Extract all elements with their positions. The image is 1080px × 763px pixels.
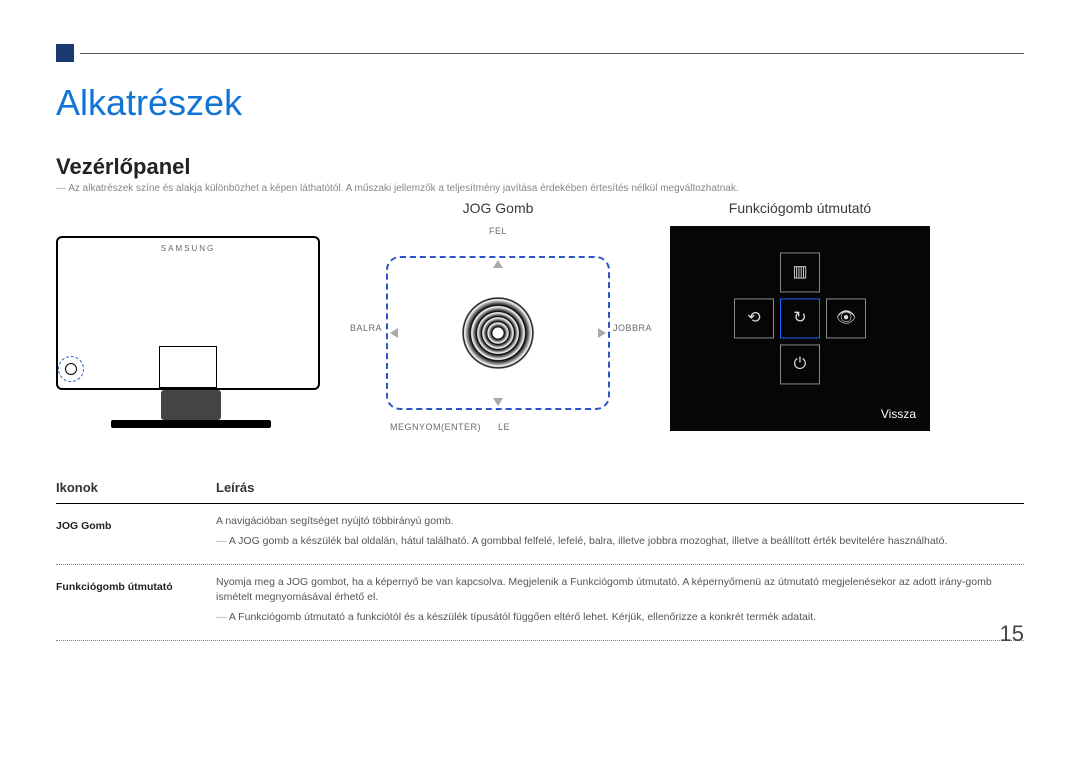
monitor-illustration: SAMSUNG [56,236,326,436]
description-table: Ikonok Leírás JOG Gomb A navigációban se… [56,472,1024,641]
osd-title: Funkciógomb útmutató [729,200,871,216]
osd-figure: Funkciógomb útmutató ▥ ⟲ ↻ 👁 ⏻ Vissza [670,200,930,436]
row-desc: A navigációban segítséget nyújtó többirá… [216,514,1024,554]
monitor-body: SAMSUNG [56,236,320,390]
table-row: Funkciógomb útmutató Nyomja meg a JOG go… [56,565,1024,641]
jog-title: JOG Gomb [463,200,534,216]
jog-label-left: BALRA [350,323,382,333]
osd-back-label: Vissza [881,407,916,421]
osd-panel: ▥ ⟲ ↻ 👁 ⏻ Vissza [670,226,930,431]
monitor-stand [161,390,221,420]
page-number: 15 [1000,621,1024,647]
row-text: Nyomja meg a JOG gombot, ha a képernyő b… [216,575,1024,607]
row-icon-label: Funkciógomb útmutató [56,575,206,593]
arrow-left-icon [390,328,398,338]
arrow-up-icon [493,260,503,268]
monitor-stand-neck [159,346,217,388]
osd-menu-icon: ▥ [780,252,820,292]
header-rule [56,44,1024,62]
osd-eye-icon: 👁 [826,298,866,338]
header-desc: Leírás [216,480,1024,495]
table-header: Ikonok Leírás [56,472,1024,504]
monitor-brand: SAMSUNG [161,244,215,253]
monitor-foot [111,420,271,428]
manual-page: Alkatrészek Vezérlőpanel Az alkatrészek … [0,0,1080,661]
arrow-down-icon [493,398,503,406]
disclaimer-text: Az alkatrészek színe és alakja különbözh… [56,182,1024,196]
section-heading: Alkatrészek [56,82,1024,124]
jog-label-press: MEGNYOM(ENTER) [390,422,481,432]
row-text: A Funkciógomb útmutató a funkciótól és a… [216,610,1024,626]
osd-power-icon: ⏻ [780,344,820,384]
osd-refresh-icon: ↻ [780,298,820,338]
row-text: A navigációban segítséget nyújtó többirá… [216,514,1024,530]
jog-label-down: LE [498,422,510,432]
table-row: JOG Gomb A navigációban segítséget nyújt… [56,504,1024,565]
row-icon-label: JOG Gomb [56,514,206,532]
jog-dial-icon [462,297,534,369]
osd-source-icon: ⟲ [734,298,774,338]
jog-label-up: FEL [489,226,507,236]
row-text: A JOG gomb a készülék bal oldalán, hátul… [216,534,1024,550]
row-desc: Nyomja meg a JOG gombot, ha a képernyő b… [216,575,1024,630]
figure-row: SAMSUNG JOG Gomb FEL LE [56,200,1024,436]
osd-grid: ▥ ⟲ ↻ 👁 ⏻ [734,252,866,384]
header-marker [56,44,74,62]
jog-diagram [386,256,610,410]
header-line [80,53,1024,54]
subsection-heading: Vezérlőpanel [56,154,1024,180]
jog-figure: JOG Gomb FEL LE BALRA JOBBRA MEGNYOM(ENT… [366,200,630,436]
jog-label-right: JOBBRA [613,323,652,333]
jog-location-marker-icon [58,356,84,382]
arrow-right-icon [598,328,606,338]
monitor-figure: SAMSUNG [56,200,326,436]
header-icons: Ikonok [56,480,206,495]
